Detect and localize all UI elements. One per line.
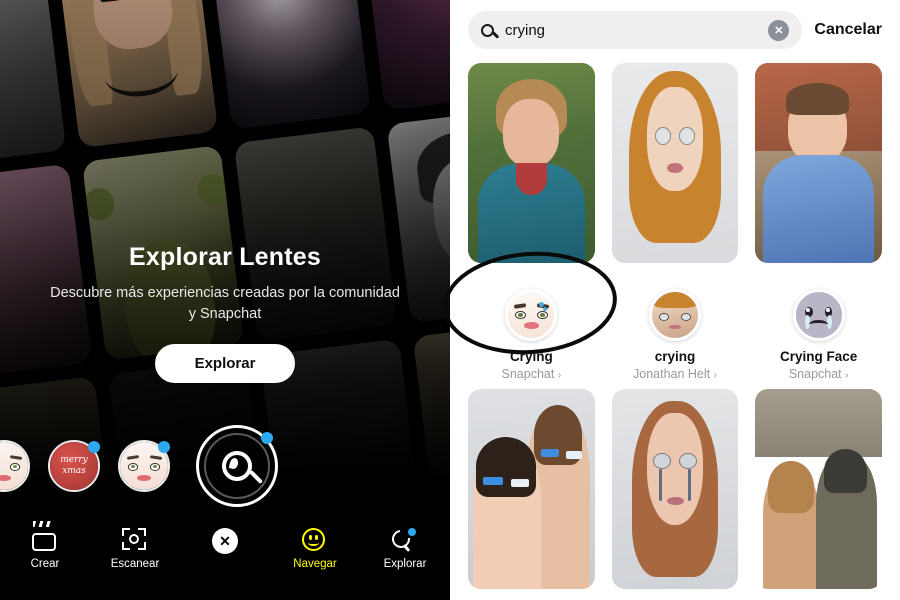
lens-carousel[interactable]: merry xmas bbox=[0, 420, 450, 512]
nav-label-escanear: Escanear bbox=[110, 558, 160, 570]
snapchat-lens-explorer: Explorar Lentes Descubre más experiencia… bbox=[0, 0, 900, 600]
nav-label-explorar: Explorar bbox=[383, 558, 427, 570]
lens-preview-thumbnail[interactable] bbox=[611, 63, 739, 263]
lens-result-card[interactable]: Crying bbox=[755, 389, 882, 600]
scan-icon bbox=[122, 528, 146, 550]
nav-item-escanear[interactable]: Escanear bbox=[90, 528, 180, 570]
lens-preview-thumbnail[interactable] bbox=[755, 389, 882, 589]
carousel-lens-baby-face[interactable] bbox=[118, 440, 170, 492]
chevron-right-icon: › bbox=[845, 370, 849, 381]
lens-icon-badge[interactable] bbox=[648, 289, 701, 341]
explore-icon bbox=[388, 526, 416, 552]
lens-search-button[interactable] bbox=[196, 425, 278, 507]
lens-text-line1: merry bbox=[60, 454, 88, 465]
lens-explorer-panel: Explorar Lentes Descubre más experiencia… bbox=[0, 0, 450, 600]
close-icon: ✕ bbox=[212, 528, 238, 554]
lens-result-card[interactable]: brb crying 3 ppl bbox=[468, 389, 595, 600]
lens-preview-thumbnail[interactable] bbox=[468, 389, 595, 589]
lens-result-card[interactable]: Crying Face Snapchat › bbox=[755, 63, 882, 381]
overlay-subtitle: Descubre más experiencias creadas por la… bbox=[50, 285, 400, 323]
nav-item-explorar[interactable]: Explorar bbox=[360, 526, 450, 570]
nav-item-navegar[interactable]: Navegar bbox=[270, 528, 360, 570]
lens-preview-thumbnail[interactable] bbox=[611, 389, 739, 589]
chevron-right-icon: › bbox=[557, 370, 562, 381]
lens-search-results-panel: ✕ Cancelar bbox=[443, 0, 900, 600]
lens-result-card[interactable]: Crying Snapchat › bbox=[443, 63, 617, 381]
bottom-navigation[interactable]: Crear Escanear ✕ Navegar Explorar bbox=[0, 514, 450, 600]
lens-author: Snapchat › bbox=[788, 367, 849, 381]
new-badge-dot bbox=[88, 441, 100, 453]
nav-item-close[interactable]: ✕ bbox=[180, 528, 270, 558]
carousel-lens-partial[interactable] bbox=[0, 440, 30, 492]
lens-results-grid: Crying Snapchat › crying Jonathan Helt ›… bbox=[443, 63, 882, 600]
chevron-right-icon: › bbox=[713, 370, 717, 381]
new-badge-dot bbox=[261, 432, 273, 444]
lens-result-card[interactable]: crying Jonathan Helt › bbox=[611, 63, 739, 381]
new-badge-dot bbox=[158, 441, 170, 453]
lens-caption: Crying Snapchat › bbox=[468, 349, 595, 381]
lens-preview-thumbnail[interactable] bbox=[755, 63, 882, 263]
lens-author: Jonathan Helt › bbox=[633, 367, 717, 381]
cancel-button[interactable]: Cancelar bbox=[814, 21, 882, 39]
smiley-icon bbox=[302, 528, 325, 551]
lens-name: Crying bbox=[509, 349, 553, 364]
search-field[interactable]: ✕ bbox=[468, 11, 803, 49]
lens-name: crying bbox=[654, 349, 696, 364]
overlay-title: Explorar Lentes bbox=[129, 243, 321, 271]
carousel-lens-merry-xmas[interactable]: merry xmas bbox=[48, 440, 100, 492]
explore-lenses-overlay: Explorar Lentes Descubre más experiencia… bbox=[0, 243, 450, 384]
explorar-button[interactable]: Explorar bbox=[154, 344, 296, 384]
lens-icon-badge[interactable] bbox=[505, 289, 558, 341]
lens-text-line2: xmas bbox=[62, 466, 86, 476]
nav-item-crear[interactable]: Crear bbox=[0, 528, 90, 570]
nav-label-navegar: Navegar bbox=[293, 558, 337, 570]
search-icon bbox=[222, 451, 252, 481]
search-icon bbox=[481, 23, 494, 37]
create-icon bbox=[32, 533, 56, 551]
lens-name: Crying Face bbox=[780, 349, 858, 364]
lens-author: Snapchat › bbox=[501, 367, 562, 381]
lens-preview-thumbnail[interactable] bbox=[468, 63, 595, 263]
lens-caption: crying Jonathan Helt › bbox=[612, 349, 739, 381]
lens-icon-badge[interactable] bbox=[792, 289, 845, 341]
clear-search-button[interactable]: ✕ bbox=[768, 19, 790, 41]
lens-caption: Crying Face Snapchat › bbox=[755, 349, 882, 381]
search-input[interactable] bbox=[505, 21, 758, 39]
nav-label-crear: Crear bbox=[30, 558, 60, 570]
search-bar: ✕ Cancelar bbox=[468, 0, 882, 49]
lens-result-card[interactable]: Im Crying bbox=[611, 389, 739, 600]
